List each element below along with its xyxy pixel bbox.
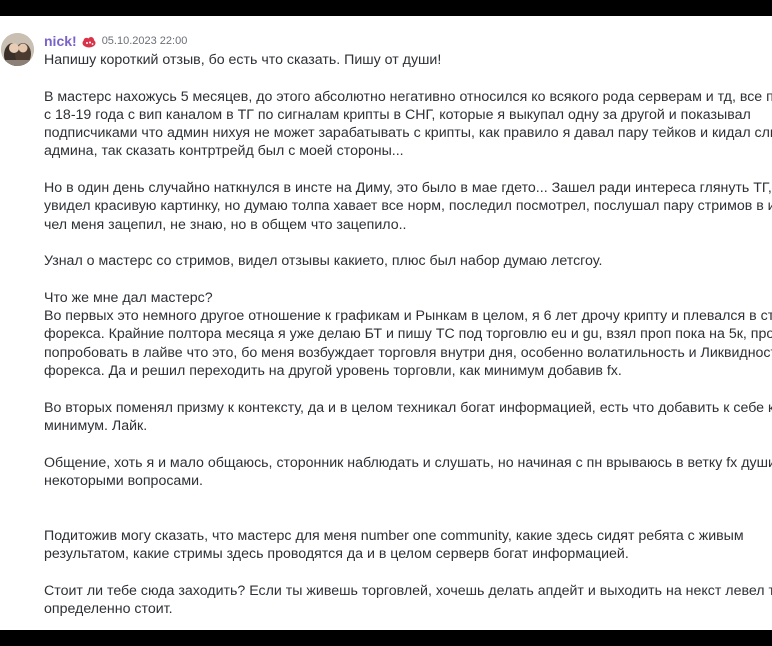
message-line: форекса. Да и решил переходить на другой… <box>44 363 622 380</box>
message-line: Подитожив могу сказать, что мастерс для … <box>44 527 744 544</box>
message-line: Что же мне дал мастерс? <box>44 289 213 306</box>
message-line: Узнал о мастерс со стримов, видел отзывы… <box>44 253 603 270</box>
username[interactable]: nick! <box>44 33 77 49</box>
message-line: чел меня зацепил, не знаю, но в общем чт… <box>44 216 407 233</box>
paragraph-break <box>44 271 764 289</box>
message-content: Напишу короткий отзыв, бо есть что сказа… <box>44 51 772 618</box>
discord-message-screenshot: nick! 05.10.2023 22:00 Напишу короткий о… <box>0 16 772 630</box>
message-line: Напишу короткий отзыв, бо есть что сказа… <box>44 52 442 68</box>
paragraph-break <box>44 234 764 252</box>
message-line: Во вторых поменял призму к контексту, да… <box>44 399 772 416</box>
paragraph-break <box>44 435 764 453</box>
message-line: Общение, хоть я и мало общаюсь, сторонни… <box>44 454 772 471</box>
message-line: Но в один день случайно наткнулся в инст… <box>44 180 772 197</box>
avatar-image <box>1 33 34 66</box>
message-line: В мастерс нахожусь 5 месяцев, до этого а… <box>44 88 772 105</box>
message-line: увидел красивую картинку, но думаю толпа… <box>44 198 772 215</box>
red-cloud-icon[interactable] <box>82 35 96 48</box>
message-line: результатом, какие стримы здесь проводят… <box>44 546 629 563</box>
paragraph-break <box>44 69 764 87</box>
message-line: с 18-19 года с вип каналом в ТГ по сигна… <box>44 106 751 123</box>
paragraph-break <box>44 161 764 179</box>
message-line: Стоит ли тебе сюда заходить? Если ты жив… <box>44 582 772 599</box>
paragraph-break <box>44 380 764 398</box>
user-avatar[interactable] <box>1 33 34 66</box>
paragraph-break <box>44 490 764 508</box>
message-line: определенно стоит. <box>44 600 173 617</box>
paragraph-break <box>44 508 764 526</box>
message-line: форекса. Крайние полтора месяца я уже де… <box>44 326 772 343</box>
message-line: попробовать в лайве что это, бо меня воз… <box>44 344 772 361</box>
message-line: подписчиками что админ нихуя не может за… <box>44 125 772 142</box>
paragraph-break <box>44 563 764 581</box>
message-header: nick! 05.10.2023 22:00 <box>44 31 187 51</box>
message-timestamp[interactable]: 05.10.2023 22:00 <box>102 35 188 47</box>
message-line: Во первых это немного другое отношение к… <box>44 308 772 325</box>
message-line: некоторыми вопросами. <box>44 472 203 489</box>
message-line: минимум. Лайк. <box>44 417 148 434</box>
message-line: админа, так сказать контртрейд был с мое… <box>44 143 404 160</box>
